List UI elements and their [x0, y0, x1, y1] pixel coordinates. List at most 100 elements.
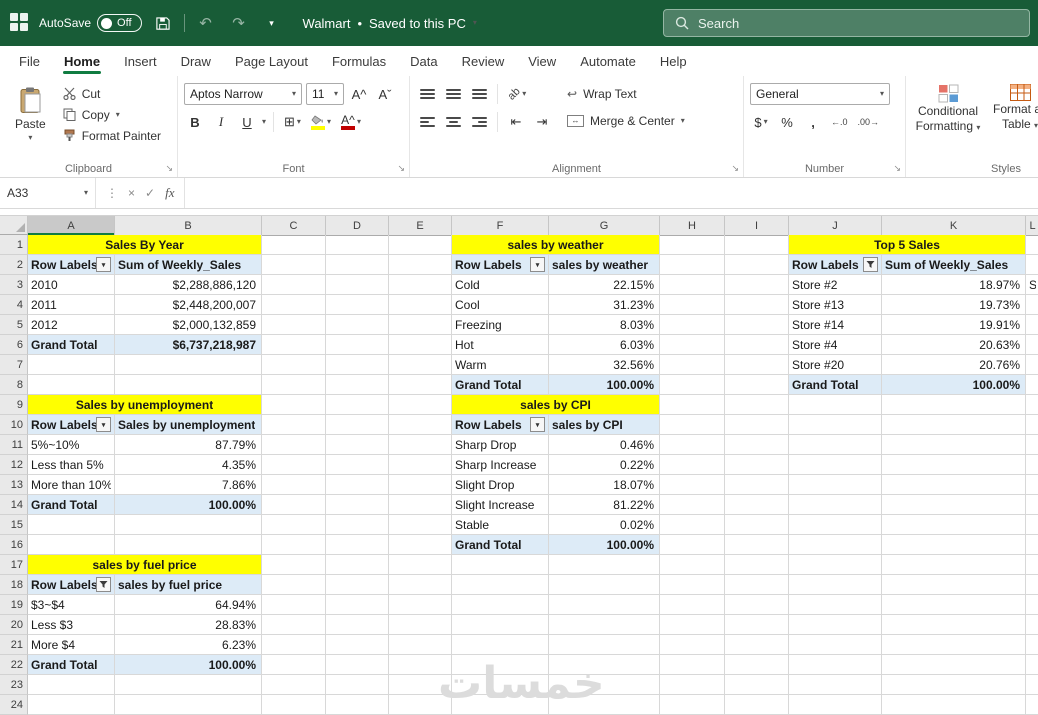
cell-A6[interactable]: Grand Total — [28, 335, 115, 355]
cell-I22[interactable] — [725, 655, 789, 675]
ribbon-tab-data[interactable]: Data — [399, 49, 448, 74]
cell-K19[interactable] — [882, 595, 1026, 615]
cell-K18[interactable] — [882, 575, 1026, 595]
increase-indent-button[interactable]: ⇥ — [531, 111, 553, 133]
cell-A9[interactable]: Sales by unemployment — [28, 395, 262, 415]
cell-H11[interactable] — [660, 435, 725, 455]
cell-I24[interactable] — [725, 695, 789, 715]
cell-D22[interactable] — [326, 655, 389, 675]
percent-style-button[interactable]: % — [776, 111, 798, 133]
cell-I1[interactable] — [725, 235, 789, 255]
cell-D9[interactable] — [326, 395, 389, 415]
underline-button[interactable]: U — [236, 111, 258, 133]
cell-F22[interactable] — [452, 655, 549, 675]
cell-C5[interactable] — [262, 315, 326, 335]
cell-J6[interactable]: Store #4 — [789, 335, 882, 355]
cell-A5[interactable]: 2012 — [28, 315, 115, 335]
cell-J22[interactable] — [789, 655, 882, 675]
cell-C7[interactable] — [262, 355, 326, 375]
bold-button[interactable]: B — [184, 111, 206, 133]
cell-E18[interactable] — [389, 575, 452, 595]
cell-J5[interactable]: Store #14 — [789, 315, 882, 335]
column-header-B[interactable]: B — [115, 216, 262, 236]
cell-L9[interactable] — [1026, 395, 1038, 415]
row-header-22[interactable]: 22 — [0, 655, 28, 675]
cell-G3[interactable]: 22.15% — [549, 275, 660, 295]
cell-E12[interactable] — [389, 455, 452, 475]
ribbon-tab-review[interactable]: Review — [451, 49, 516, 74]
cell-K24[interactable] — [882, 695, 1026, 715]
paste-button[interactable]: Paste ▾ — [6, 83, 55, 146]
cell-A13[interactable]: More than 10% — [28, 475, 115, 495]
cell-I12[interactable] — [725, 455, 789, 475]
align-left-button[interactable] — [416, 111, 438, 133]
ribbon-tab-file[interactable]: File — [8, 49, 51, 74]
decrease-indent-button[interactable]: ⇤ — [505, 111, 527, 133]
cell-B22[interactable]: 100.00% — [115, 655, 262, 675]
cell-D5[interactable] — [326, 315, 389, 335]
cell-G13[interactable]: 18.07% — [549, 475, 660, 495]
cell-F9[interactable]: sales by CPI — [452, 395, 660, 415]
cell-G6[interactable]: 6.03% — [549, 335, 660, 355]
cell-F14[interactable]: Slight Increase — [452, 495, 549, 515]
column-header-E[interactable]: E — [389, 216, 452, 236]
format-painter-button[interactable]: Format Painter — [59, 125, 165, 146]
cell-J12[interactable] — [789, 455, 882, 475]
cell-D20[interactable] — [326, 615, 389, 635]
cell-H24[interactable] — [660, 695, 725, 715]
cell-K16[interactable] — [882, 535, 1026, 555]
row-header-3[interactable]: 3 — [0, 275, 28, 295]
cell-F21[interactable] — [452, 635, 549, 655]
cell-D16[interactable] — [326, 535, 389, 555]
italic-button[interactable]: I — [210, 111, 232, 133]
cell-B12[interactable]: 4.35% — [115, 455, 262, 475]
cell-H9[interactable] — [660, 395, 725, 415]
cell-L5[interactable] — [1026, 315, 1038, 335]
cell-F10[interactable]: Row Labels ▾ — [452, 415, 549, 435]
cell-H5[interactable] — [660, 315, 725, 335]
cell-K21[interactable] — [882, 635, 1026, 655]
cell-E6[interactable] — [389, 335, 452, 355]
drag-handle-icon[interactable]: ⋮ — [106, 186, 118, 200]
column-header-L[interactable]: L — [1026, 216, 1038, 236]
cell-A16[interactable] — [28, 535, 115, 555]
cell-K8[interactable]: 100.00% — [882, 375, 1026, 395]
cell-I9[interactable] — [725, 395, 789, 415]
font-name-select[interactable]: Aptos Narrow ▾ — [184, 83, 302, 105]
cell-C1[interactable] — [262, 235, 326, 255]
cell-F24[interactable] — [452, 695, 549, 715]
cell-I6[interactable] — [725, 335, 789, 355]
borders-button[interactable]: ⊞ ▾ — [281, 111, 304, 133]
cell-G18[interactable] — [549, 575, 660, 595]
cell-C2[interactable] — [262, 255, 326, 275]
cell-I7[interactable] — [725, 355, 789, 375]
cell-A1[interactable]: Sales By Year — [28, 235, 262, 255]
cell-G14[interactable]: 81.22% — [549, 495, 660, 515]
cell-H17[interactable] — [660, 555, 725, 575]
cell-L18[interactable] — [1026, 575, 1038, 595]
cell-I20[interactable] — [725, 615, 789, 635]
cell-I14[interactable] — [725, 495, 789, 515]
cell-G11[interactable]: 0.46% — [549, 435, 660, 455]
cell-A7[interactable] — [28, 355, 115, 375]
cell-H4[interactable] — [660, 295, 725, 315]
cell-E17[interactable] — [389, 555, 452, 575]
row-header-24[interactable]: 24 — [0, 695, 28, 715]
copy-button[interactable]: Copy ▾ — [59, 104, 165, 125]
cell-D14[interactable] — [326, 495, 389, 515]
cell-F8[interactable]: Grand Total — [452, 375, 549, 395]
cell-C11[interactable] — [262, 435, 326, 455]
cell-C15[interactable] — [262, 515, 326, 535]
cell-K17[interactable] — [882, 555, 1026, 575]
row-header-12[interactable]: 12 — [0, 455, 28, 475]
cell-K2[interactable]: Sum of Weekly_Sales — [882, 255, 1026, 275]
cell-L3[interactable]: S — [1026, 275, 1038, 295]
cell-D17[interactable] — [326, 555, 389, 575]
cell-B6[interactable]: $6,737,218,987 — [115, 335, 262, 355]
cell-E1[interactable] — [389, 235, 452, 255]
cell-L17[interactable] — [1026, 555, 1038, 575]
row-header-15[interactable]: 15 — [0, 515, 28, 535]
row-header-5[interactable]: 5 — [0, 315, 28, 335]
column-header-J[interactable]: J — [789, 216, 882, 236]
cell-C24[interactable] — [262, 695, 326, 715]
